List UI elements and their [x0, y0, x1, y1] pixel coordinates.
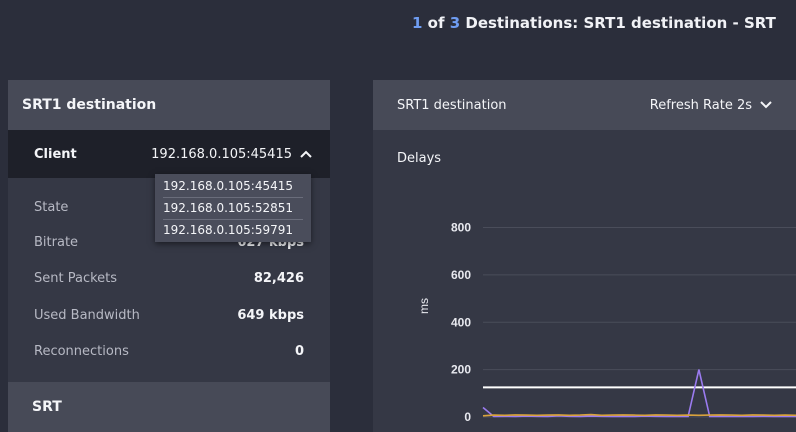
- client-option[interactable]: 192.168.0.105:45415: [163, 176, 303, 197]
- stat-label: Reconnections: [34, 344, 129, 359]
- y-tick-label: 200: [451, 363, 471, 377]
- stat-value: 0: [294, 344, 304, 359]
- client-option[interactable]: 192.168.0.105:52851: [163, 197, 303, 219]
- stat-value: 649 kbps: [237, 308, 304, 323]
- destination-info-panel: SRT1 destination Client 192.168.0.105:45…: [8, 80, 330, 432]
- chevron-up-icon: [300, 150, 312, 158]
- y-axis-label: ms: [417, 298, 431, 314]
- delays-chart: 0 200 400 600 800 ms: [417, 221, 796, 424]
- stat-label: Used Bandwidth: [34, 308, 140, 323]
- stat-label: Bitrate: [34, 235, 79, 250]
- srt-section-title: SRT: [32, 399, 62, 415]
- destination-info-header: SRT1 destination: [8, 80, 330, 130]
- stat-value: 82,426: [253, 271, 304, 286]
- y-tick-label: 800: [451, 221, 471, 235]
- destination-total: 3: [449, 14, 461, 32]
- destination-index: 1: [412, 14, 423, 32]
- stat-label: State: [34, 200, 69, 215]
- client-row: Client 192.168.0.105:45415: [8, 130, 330, 178]
- delays-chart-panel: SRT1 destination Refresh Rate 2s Delays …: [373, 80, 796, 432]
- client-select[interactable]: 192.168.0.105:45415: [151, 147, 312, 162]
- stat-row-sent-packets: Sent Packets 82,426: [34, 270, 304, 288]
- client-select-value: 192.168.0.105:45415: [151, 146, 292, 162]
- destination-info-title: SRT1 destination: [22, 97, 157, 113]
- y-tick-label: 600: [451, 268, 471, 282]
- client-option[interactable]: 192.168.0.105:59791: [163, 219, 303, 241]
- client-label: Client: [34, 146, 77, 162]
- series-line: [482, 369, 796, 418]
- destination-title: 1 of 3 Destinations: SRT1 destination - …: [412, 14, 776, 32]
- client-dropdown: 192.168.0.105:45415 192.168.0.105:52851 …: [155, 174, 311, 242]
- series-line: [482, 413, 796, 417]
- destination-of: of: [422, 14, 450, 32]
- stat-row-reconnections: Reconnections 0: [34, 343, 304, 361]
- stat-label: Sent Packets: [34, 271, 118, 286]
- y-tick-label: 0: [464, 410, 471, 424]
- y-tick-label: 400: [451, 315, 471, 329]
- srt-section-header[interactable]: SRT: [8, 382, 330, 432]
- stat-row-used-bandwidth: Used Bandwidth 649 kbps: [34, 307, 304, 325]
- destination-title-text: Destinations: SRT1 destination - SRT: [460, 14, 776, 32]
